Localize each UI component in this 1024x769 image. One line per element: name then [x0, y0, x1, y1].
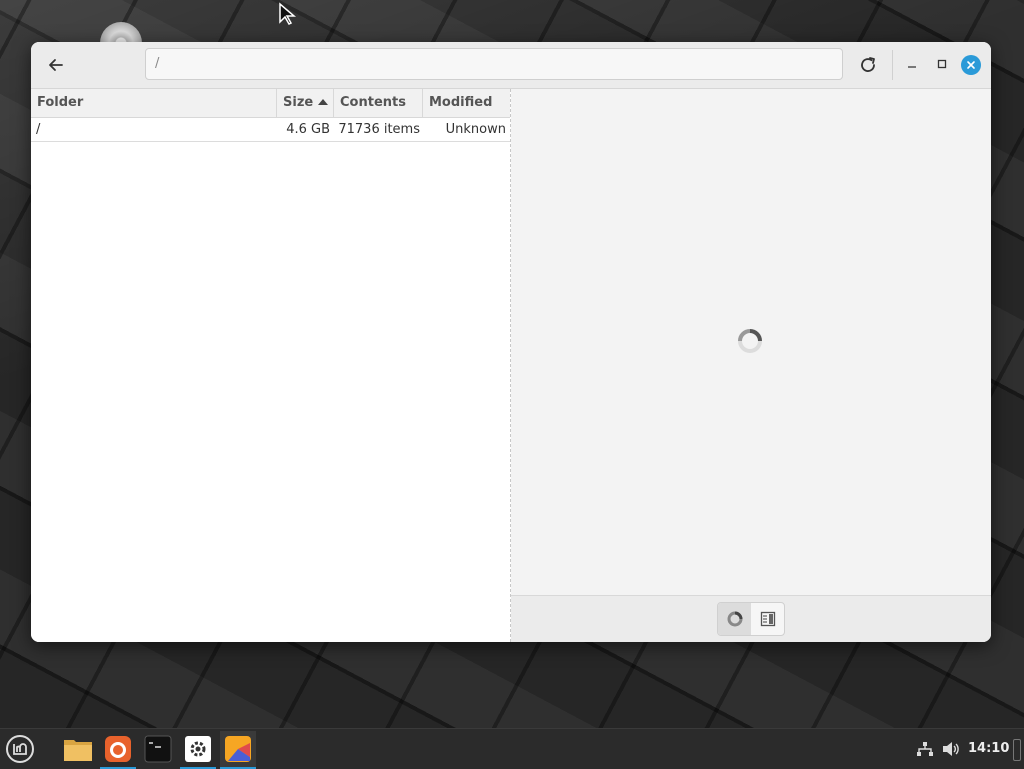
rings-chart-button[interactable]: [718, 603, 751, 635]
column-header-folder-label: Folder: [37, 95, 84, 110]
maximize-icon: [937, 59, 947, 69]
network-icon[interactable]: [916, 741, 934, 757]
column-header-contents-label: Contents: [340, 95, 406, 110]
back-button[interactable]: [41, 50, 71, 80]
column-header-folder[interactable]: Folder: [31, 89, 277, 117]
folder-tree[interactable]: Folder Size Contents Modified / 4.6 GB 7…: [31, 89, 511, 642]
taskbar-firefox[interactable]: [100, 731, 136, 769]
close-icon: [967, 61, 975, 69]
chart-view-bar: [511, 595, 991, 642]
taskbar-disk-usage-analyzer[interactable]: [220, 731, 256, 769]
chart-area[interactable]: [511, 89, 991, 595]
row-modified: Unknown: [445, 122, 506, 137]
refresh-button[interactable]: [853, 50, 883, 80]
column-header-size[interactable]: Size: [277, 89, 334, 117]
maximize-button[interactable]: [931, 53, 953, 75]
sort-ascending-icon: [318, 99, 329, 105]
header-bar: /: [31, 42, 991, 89]
mouse-cursor-icon: [279, 2, 297, 25]
disk-usage-analyzer-icon: [225, 736, 251, 762]
taskbar-files[interactable]: [60, 731, 96, 767]
column-header-modified[interactable]: Modified: [423, 89, 510, 117]
header-separator: [892, 50, 893, 80]
clock[interactable]: 14:10: [968, 729, 1009, 769]
treemap-chart-icon: [760, 611, 775, 627]
row-size: 4.6 GB: [286, 122, 330, 137]
terminal-icon: [144, 735, 172, 763]
column-header-modified-label: Modified: [429, 95, 493, 110]
files-icon: [64, 740, 92, 761]
taskbar: 14:10: [0, 728, 1024, 769]
firefox-icon: [105, 736, 131, 762]
volume-icon[interactable]: [942, 741, 960, 757]
arrow-left-icon: [49, 59, 63, 71]
table-row[interactable]: / 4.6 GB 71736 items Unknown: [31, 118, 510, 142]
treemap-chart-button[interactable]: [751, 603, 784, 635]
loading-spinner-icon: [738, 329, 762, 353]
show-desktop-button[interactable]: [1013, 739, 1021, 761]
menu-button[interactable]: [2, 731, 38, 767]
row-folder: /: [36, 122, 41, 137]
settings-icon: [185, 736, 211, 762]
taskbar-settings[interactable]: [180, 731, 216, 769]
column-headers: Folder Size Contents Modified: [31, 89, 510, 118]
close-button[interactable]: [961, 55, 981, 75]
menu-icon: [6, 735, 34, 763]
chart-type-toggle: [717, 602, 785, 636]
refresh-icon: [861, 57, 875, 72]
minimize-button[interactable]: [901, 53, 923, 75]
column-header-contents[interactable]: Contents: [334, 89, 423, 117]
disk-usage-analyzer-window: / Folder Size Contents Modified / 4.6 GB: [31, 42, 991, 642]
taskbar-terminal[interactable]: [140, 731, 176, 767]
row-contents: 71736 items: [338, 122, 420, 137]
rings-chart-icon: [727, 611, 742, 627]
minimize-icon: [908, 66, 916, 68]
column-header-size-label: Size: [283, 95, 314, 110]
path-entry[interactable]: /: [145, 48, 843, 80]
